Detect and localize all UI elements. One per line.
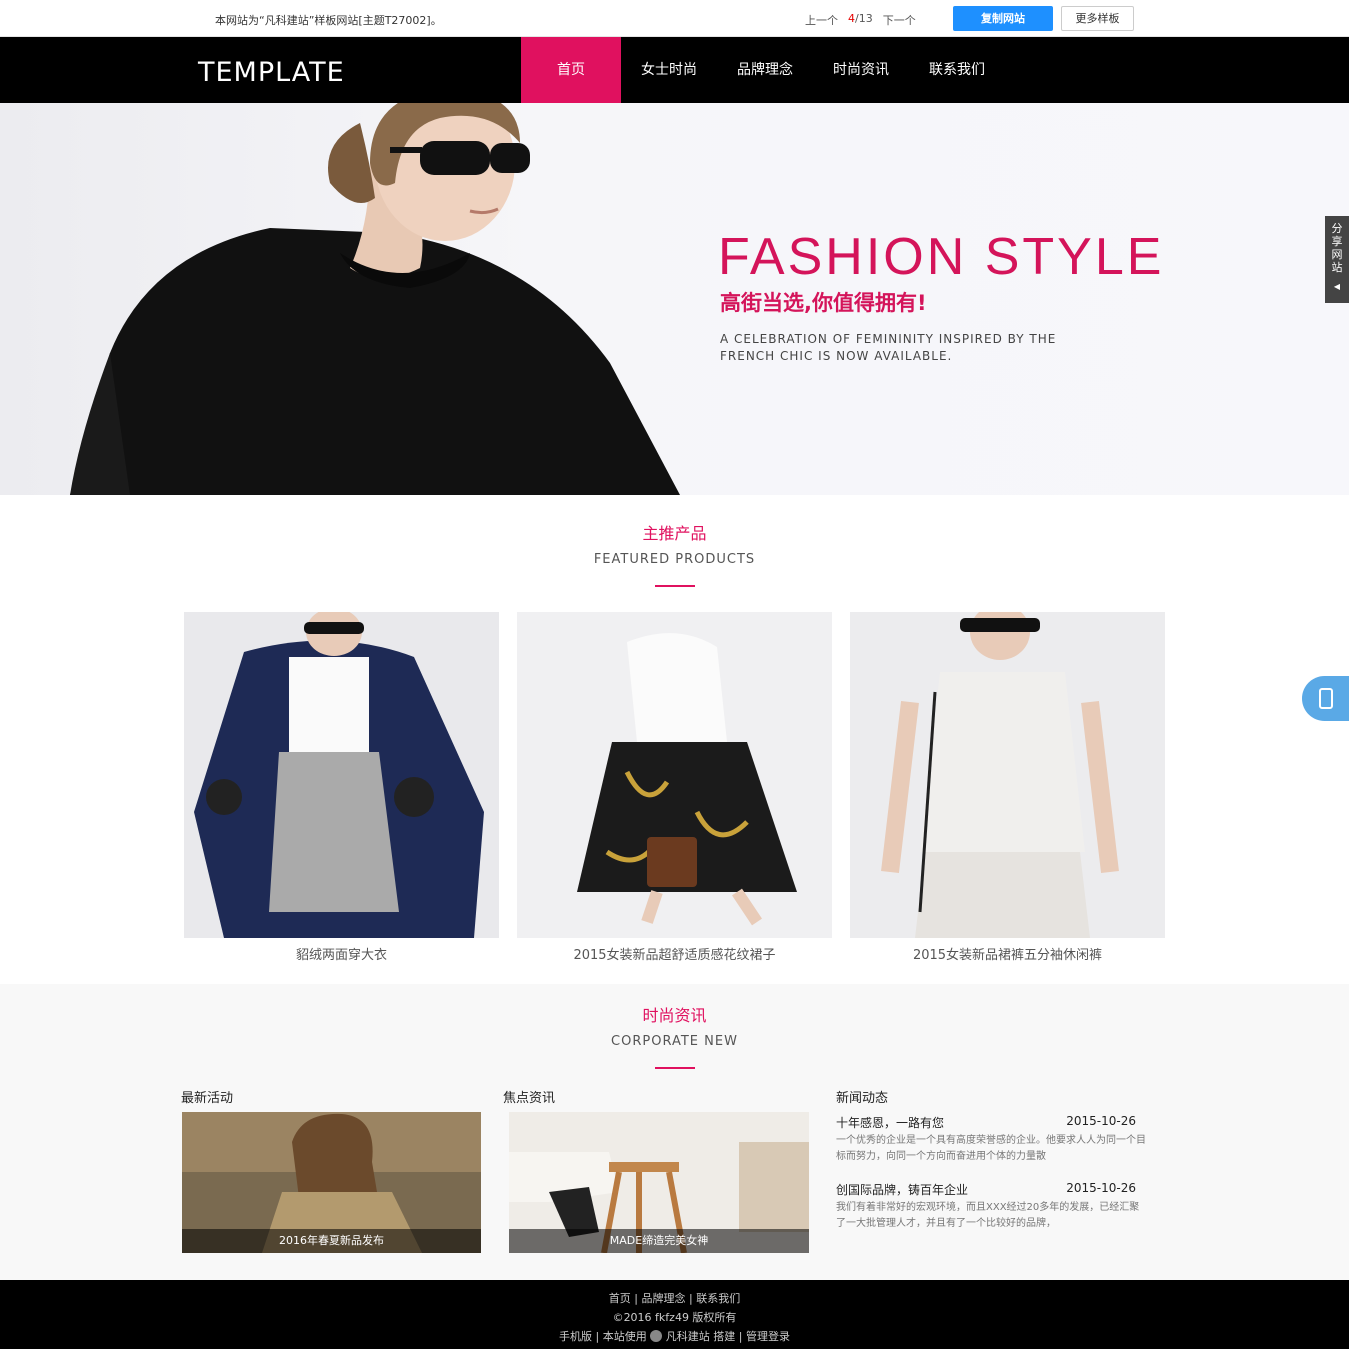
focus-news-caption: MADE缔造完美女神 bbox=[509, 1229, 809, 1253]
mobile-phone-icon bbox=[1319, 688, 1333, 709]
pager-position: 4/13 bbox=[848, 12, 873, 28]
site-logo[interactable]: TEMPLATE bbox=[198, 57, 345, 88]
footer-admin-link[interactable]: 管理登录 bbox=[746, 1330, 790, 1343]
news-heading: 时尚资讯 CORPORATE NEW bbox=[0, 1002, 1349, 1069]
news-title-cn: 时尚资讯 bbox=[642, 1006, 707, 1025]
news-title-en: CORPORATE NEW bbox=[611, 1034, 738, 1049]
pager-total: /13 bbox=[855, 12, 873, 25]
banner-title: FASHION STYLE bbox=[718, 228, 1165, 286]
latest-events-title: 最新活动 bbox=[181, 1091, 234, 1106]
news-item[interactable]: 创国际品牌，铸百年企业 2015-10-26 我们有着非常好的宏观环境，而且XX… bbox=[836, 1181, 1148, 1232]
product-image[interactable] bbox=[184, 612, 499, 938]
footer-meta: 手机版 | 本站使用 凡科建站 搭建 | 管理登录 bbox=[559, 1330, 790, 1343]
prev-link[interactable]: 上一个 bbox=[805, 12, 838, 28]
hero-banner: FASHION STYLE 高街当选,你值得拥有! A CELEBRATION … bbox=[0, 103, 1349, 495]
footer-copyright: ©2016 fkfz49 版权所有 bbox=[612, 1311, 737, 1324]
banner-model-image bbox=[70, 103, 680, 495]
featured-title-cn: 主推产品 bbox=[642, 524, 707, 543]
product-caption[interactable]: 貂绒两面穿大衣 bbox=[184, 944, 499, 963]
share-site-tab[interactable]: 分享网站 ◀ bbox=[1325, 216, 1349, 303]
sample-site-notice: 本网站为“凡科建站”样板网站[主题T27002]。 bbox=[215, 14, 442, 27]
footer-link-brand[interactable]: 品牌理念 bbox=[642, 1292, 686, 1305]
banner-description: A CELEBRATION OF FEMININITY INSPIRED BY … bbox=[720, 332, 1057, 363]
footer-link-home[interactable]: 首页 bbox=[609, 1292, 631, 1305]
more-templates-button[interactable]: 更多样板 bbox=[1061, 6, 1134, 31]
footer: 首页 | 品牌理念 | 联系我们 ©2016 fkfz49 版权所有 手机版 |… bbox=[0, 1280, 1349, 1349]
share-site-label: 分享网站 bbox=[1331, 222, 1343, 274]
product-image[interactable] bbox=[850, 612, 1165, 938]
nav-item-contact[interactable]: 联系我们 bbox=[909, 37, 1005, 103]
news-item-date: 2015-10-26 bbox=[1066, 1181, 1136, 1195]
nav-item-fashion-news[interactable]: 时尚资讯 bbox=[813, 37, 909, 103]
product-caption[interactable]: 2015女装新品超舒适质感花纹裙子 bbox=[517, 944, 832, 963]
nav-item-home[interactable]: 首页 bbox=[521, 37, 621, 103]
product-card[interactable]: 2015女装新品超舒适质感花纹裙子 bbox=[517, 612, 832, 963]
product-caption[interactable]: 2015女装新品裙裤五分袖休闲裤 bbox=[850, 944, 1165, 963]
news-item-title[interactable]: 创国际品牌，铸百年企业 bbox=[836, 1181, 968, 1198]
product-card[interactable]: 2015女装新品裙裤五分袖休闲裤 bbox=[850, 612, 1165, 963]
footer-links: 首页 | 品牌理念 | 联系我们 bbox=[608, 1292, 741, 1305]
mobile-view-tab[interactable] bbox=[1302, 676, 1349, 721]
nav-item-womens-fashion[interactable]: 女士时尚 bbox=[621, 37, 717, 103]
news-item-summary: 我们有着非常好的宏观环境，而且XXX经过20多年的发展，已经汇聚了一大批管理人才… bbox=[836, 1202, 1140, 1229]
footer-mobile-link[interactable]: 手机版 bbox=[559, 1330, 592, 1343]
focus-news-title: 焦点资讯 bbox=[503, 1091, 556, 1106]
featured-divider bbox=[654, 585, 695, 587]
top-notice-bar: 本网站为“凡科建站”样板网站[主题T27002]。 上一个 4/13 下一个 复… bbox=[0, 0, 1349, 37]
brand-logo-icon bbox=[650, 1330, 663, 1342]
nav-menu: 首页 女士时尚 品牌理念 时尚资讯 联系我们 bbox=[521, 37, 1005, 103]
footer-brand-link[interactable]: 凡科建站 bbox=[666, 1330, 710, 1343]
nav-item-brand-concept[interactable]: 品牌理念 bbox=[717, 37, 813, 103]
featured-heading: 主推产品 FEATURED PRODUCTS bbox=[0, 520, 1349, 587]
product-card[interactable]: 貂绒两面穿大衣 bbox=[184, 612, 499, 963]
news-item-title[interactable]: 十年感恩，一路有您 bbox=[836, 1114, 944, 1131]
featured-title-en: FEATURED PRODUCTS bbox=[593, 552, 756, 567]
main-nav: TEMPLATE 首页 女士时尚 品牌理念 时尚资讯 联系我们 bbox=[0, 37, 1349, 103]
pager-current: 4 bbox=[848, 12, 855, 25]
news-item-date: 2015-10-26 bbox=[1066, 1114, 1136, 1128]
news-updates-title: 新闻动态 bbox=[836, 1091, 889, 1106]
news-list: 十年感恩，一路有您 2015-10-26 一个优秀的企业是一个具有高度荣誉感的企… bbox=[836, 1114, 1148, 1248]
footer-powered-prefix: 本站使用 bbox=[602, 1330, 647, 1343]
template-pager: 上一个 4/13 下一个 bbox=[805, 12, 916, 28]
next-link[interactable]: 下一个 bbox=[883, 12, 916, 28]
news-item-summary: 一个优秀的企业是一个具有高度荣誉感的企业。他要求人人为同一个目标而努力，向同一个… bbox=[836, 1135, 1146, 1162]
footer-build-link[interactable]: 搭建 bbox=[713, 1330, 735, 1343]
latest-event-caption: 2016年春夏新品发布 bbox=[182, 1229, 481, 1253]
banner-subtitle: 高街当选,你值得拥有! bbox=[720, 291, 927, 315]
copy-site-button[interactable]: 复制网站 bbox=[953, 6, 1053, 31]
news-item[interactable]: 十年感恩，一路有您 2015-10-26 一个优秀的企业是一个具有高度荣誉感的企… bbox=[836, 1114, 1148, 1165]
footer-link-contact[interactable]: 联系我们 bbox=[696, 1292, 740, 1305]
news-divider bbox=[654, 1067, 695, 1069]
latest-event-card[interactable]: 2016年春夏新品发布 bbox=[182, 1112, 481, 1253]
focus-news-card[interactable]: MADE缔造完美女神 bbox=[509, 1112, 809, 1253]
caret-left-icon: ◀ bbox=[1333, 282, 1341, 291]
product-image[interactable] bbox=[517, 612, 832, 938]
